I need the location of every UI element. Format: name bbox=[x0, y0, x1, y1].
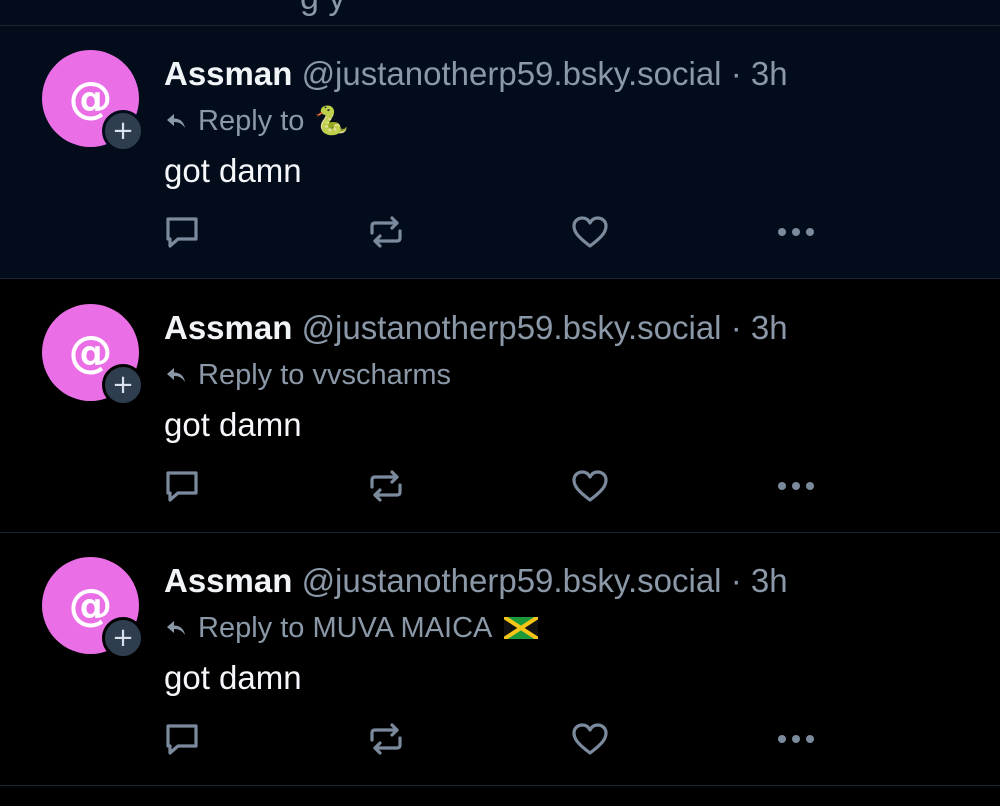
post-item[interactable]: @ + Assman @justanotherp59.bsky.social ·… bbox=[0, 533, 1000, 786]
heart-icon bbox=[572, 216, 608, 248]
display-name[interactable]: Assman bbox=[164, 562, 292, 599]
post-action-bar bbox=[0, 719, 1000, 759]
reply-target-name: vvscharms bbox=[312, 359, 452, 391]
previous-post-cut-text: g y bbox=[300, 0, 345, 15]
meta-separator: · bbox=[730, 562, 742, 599]
post-header: Assman @justanotherp59.bsky.social · 3h bbox=[164, 561, 788, 601]
post-text: got damn bbox=[164, 659, 302, 696]
follow-button[interactable]: + bbox=[102, 364, 144, 406]
reply-to-line[interactable]: Reply to 🐍 bbox=[164, 103, 349, 139]
more-options-button[interactable] bbox=[774, 212, 818, 252]
repost-arrows-icon bbox=[370, 723, 402, 755]
display-name[interactable]: Assman bbox=[164, 309, 292, 346]
speech-bubble-icon bbox=[166, 471, 198, 502]
heart-icon bbox=[572, 723, 608, 755]
reply-button[interactable] bbox=[160, 719, 204, 759]
post-feed: g y @ + Assman @justanotherp59.bsky.soci… bbox=[0, 0, 1000, 806]
post-action-bar bbox=[0, 212, 1000, 252]
post-header: Assman @justanotherp59.bsky.social · 3h bbox=[164, 54, 788, 94]
repost-button[interactable] bbox=[364, 466, 408, 506]
reply-arrow-icon bbox=[167, 368, 185, 382]
post-item[interactable]: @ + Assman @justanotherp59.bsky.social ·… bbox=[0, 280, 1000, 533]
previous-post-remnant: g y bbox=[0, 0, 1000, 26]
reply-button[interactable] bbox=[160, 466, 204, 506]
reply-arrow-icon bbox=[167, 114, 185, 128]
reply-to-label: Reply to bbox=[198, 105, 305, 137]
jamaica-flag-icon bbox=[504, 617, 539, 639]
reply-to-label: Reply to bbox=[198, 612, 305, 644]
post-text: got damn bbox=[164, 406, 302, 443]
post-text: got damn bbox=[164, 152, 302, 189]
reply-to-line[interactable]: Reply to MUVA MAICA bbox=[164, 610, 539, 646]
user-handle[interactable]: @justanotherp59.bsky.social bbox=[302, 562, 722, 599]
like-button[interactable] bbox=[568, 212, 612, 252]
repost-arrows-icon bbox=[370, 216, 402, 248]
meta-separator: · bbox=[730, 309, 742, 346]
reply-to-line[interactable]: Reply to vvscharms bbox=[164, 357, 451, 393]
ellipsis-icon bbox=[778, 735, 814, 743]
user-handle[interactable]: @justanotherp59.bsky.social bbox=[302, 55, 722, 92]
speech-bubble-icon bbox=[166, 217, 198, 248]
post-timestamp[interactable]: 3h bbox=[751, 309, 788, 346]
reply-target-emoji: 🐍 bbox=[314, 104, 350, 137]
reply-button[interactable] bbox=[160, 212, 204, 252]
more-options-button[interactable] bbox=[774, 466, 818, 506]
reply-to-label: Reply to bbox=[198, 359, 305, 391]
speech-bubble-icon bbox=[166, 724, 198, 755]
display-name[interactable]: Assman bbox=[164, 55, 292, 92]
repost-button[interactable] bbox=[364, 719, 408, 759]
ellipsis-icon bbox=[778, 228, 814, 236]
post-timestamp[interactable]: 3h bbox=[751, 55, 788, 92]
post-action-bar bbox=[0, 466, 1000, 506]
reply-target-name: MUVA MAICA bbox=[312, 612, 493, 644]
follow-button[interactable]: + bbox=[102, 617, 144, 659]
post-item[interactable]: @ + Assman @justanotherp59.bsky.social ·… bbox=[0, 26, 1000, 279]
user-handle[interactable]: @justanotherp59.bsky.social bbox=[302, 309, 722, 346]
meta-separator: · bbox=[730, 55, 742, 92]
follow-button[interactable]: + bbox=[102, 110, 144, 152]
ellipsis-icon bbox=[778, 482, 814, 490]
more-options-button[interactable] bbox=[774, 719, 818, 759]
repost-button[interactable] bbox=[364, 212, 408, 252]
post-header: Assman @justanotherp59.bsky.social · 3h bbox=[164, 308, 788, 348]
like-button[interactable] bbox=[568, 719, 612, 759]
repost-arrows-icon bbox=[370, 470, 402, 502]
post-timestamp[interactable]: 3h bbox=[751, 562, 788, 599]
heart-icon bbox=[572, 470, 608, 502]
like-button[interactable] bbox=[568, 466, 612, 506]
reply-arrow-icon bbox=[167, 621, 185, 635]
